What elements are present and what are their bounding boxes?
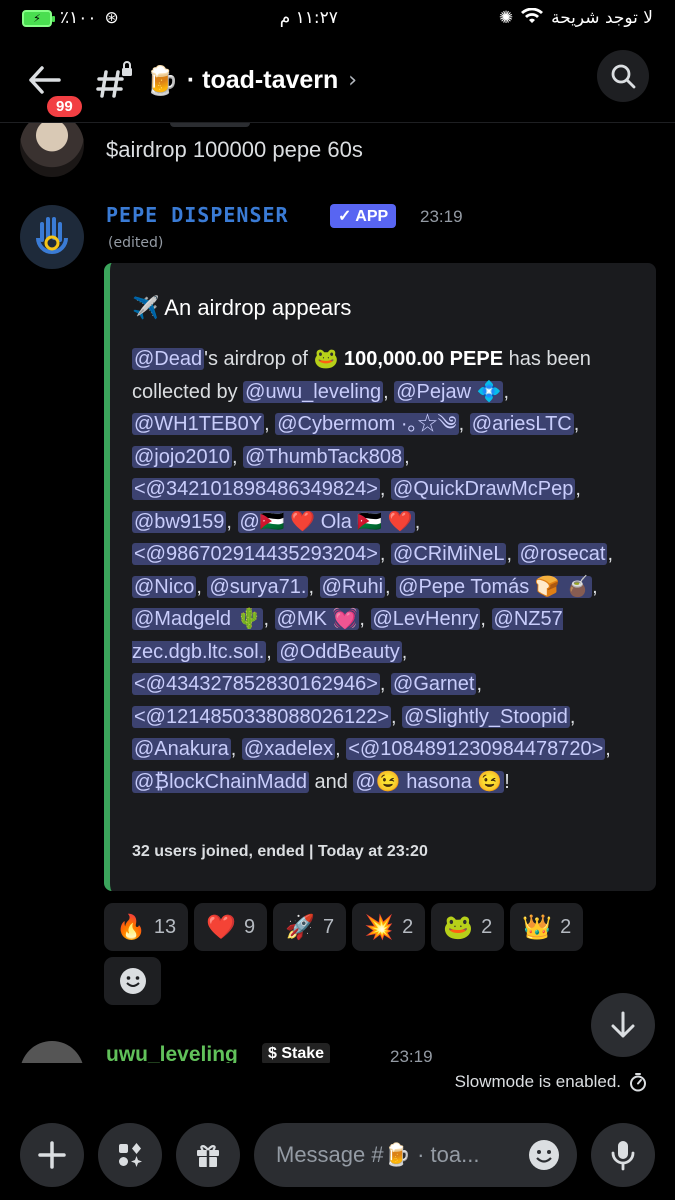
reaction-bar: 🔥 13 ❤️ 9 🚀 7 💥 2 🐸 2 👑 2	[104, 903, 584, 951]
locked-channel-hash-icon	[96, 61, 132, 98]
edited-label: (edited)	[108, 235, 164, 251]
timer-icon	[630, 1073, 646, 1092]
hand-logo-icon	[36, 217, 68, 254]
jump-to-bottom-button[interactable]	[591, 993, 655, 1057]
slowmode-notice: Slowmode is enabled.	[455, 1072, 647, 1092]
chevron-right-icon[interactable]: ›	[348, 68, 357, 93]
add-attachment-button[interactable]	[20, 1123, 84, 1187]
heart-icon: ❤️	[206, 913, 237, 941]
role-tag: $ Stake	[262, 1043, 331, 1063]
reaction-count: 7	[323, 915, 335, 938]
apps-icon	[119, 1143, 142, 1167]
role-badge	[170, 123, 250, 127]
embed-title: ✈️ An airdrop appears	[132, 295, 352, 320]
avatar[interactable]	[20, 1041, 84, 1063]
channel-name[interactable]: · toad-tavern	[187, 66, 338, 95]
battery-level: ٪١٠٠	[60, 8, 97, 28]
message-input[interactable]: Message #🍺 · toa...	[254, 1123, 577, 1187]
reaction-fire[interactable]: 🔥 13	[104, 903, 189, 951]
crown-icon: 👑	[522, 913, 553, 941]
search-button[interactable]	[597, 50, 649, 102]
apps-button[interactable]	[98, 1123, 162, 1187]
reaction-count: 9	[244, 915, 256, 938]
reaction-count: 2	[402, 915, 414, 938]
embed-description: @Dead's airdrop of 🐸 100,000.00 PEPE has…	[132, 348, 614, 793]
microphone-icon	[611, 1141, 635, 1171]
bot-username[interactable]: PEPE DISPENSER	[106, 203, 289, 227]
add-reaction-button[interactable]	[104, 957, 161, 1005]
reaction-crown[interactable]: 👑 2	[510, 903, 584, 951]
reaction-count: 13	[153, 915, 177, 938]
message-timestamp: 23:19	[390, 1047, 433, 1063]
battery-icon: ⚡	[22, 9, 55, 27]
message-placeholder: Message #🍺 · toa...	[276, 1142, 480, 1167]
pepe-icon: 🐸	[443, 913, 474, 941]
avatar[interactable]	[20, 123, 84, 177]
rocket-icon: 🚀	[285, 913, 316, 941]
boom-icon: 💥	[364, 913, 395, 941]
embed-footer: 32 users joined, ended | Today at 23:20	[132, 843, 428, 860]
back-button[interactable]: 99	[22, 53, 85, 120]
status-bar: ⚡ ٪١٠٠ ⊛ ١١:٢٧ م ✺ لا توجد شريحة	[0, 0, 675, 36]
back-arrow-icon	[29, 66, 61, 94]
emoji-picker-icon[interactable]	[527, 1138, 561, 1172]
message-list[interactable]: $airdrop 100000 pepe 60s PEPE DISPENSER …	[0, 123, 675, 1063]
wifi-icon	[521, 7, 544, 29]
loading-icon: ✺	[498, 8, 514, 28]
plus-icon	[38, 1141, 66, 1169]
unread-badge: 99	[44, 93, 85, 120]
slowmode-text: Slowmode is enabled.	[454, 1072, 621, 1091]
message-text: $airdrop 100000 pepe 60s	[106, 137, 363, 162]
reaction-rocket[interactable]: 🚀 7	[273, 903, 347, 951]
reaction-heart[interactable]: ❤️ 9	[194, 903, 268, 951]
reaction-boom[interactable]: 💥 2	[352, 903, 426, 951]
carrier-label: لا توجد شريحة	[551, 8, 653, 28]
reaction-count: 2	[481, 915, 493, 938]
arrow-down-icon	[611, 1011, 635, 1038]
gift-button[interactable]	[176, 1123, 240, 1187]
voice-message-button[interactable]	[591, 1123, 655, 1187]
message-composer: Message #🍺 · toa...	[0, 1110, 675, 1200]
reaction-count: 2	[560, 915, 572, 938]
username[interactable]: uwu_leveling	[106, 1043, 238, 1063]
clock: ١١:٢٧ م	[279, 8, 338, 28]
smiley-icon	[119, 968, 146, 994]
gift-icon	[197, 1145, 219, 1167]
channel-emoji: 🍺	[144, 63, 179, 97]
message-timestamp: 23:19	[420, 207, 463, 226]
reaction-pepe[interactable]: 🐸 2	[431, 903, 505, 951]
airdrop-embed: ✈️ An airdrop appears @Dead's airdrop of…	[104, 263, 656, 891]
fire-icon: 🔥	[116, 913, 146, 941]
bot-avatar[interactable]	[20, 205, 84, 269]
app-tag: ✓ APP	[330, 204, 397, 228]
rotation-lock-icon: ⊛	[104, 8, 119, 28]
channel-header: 99 🍺 · toad-tavern ›	[0, 44, 675, 120]
search-icon	[611, 64, 636, 89]
